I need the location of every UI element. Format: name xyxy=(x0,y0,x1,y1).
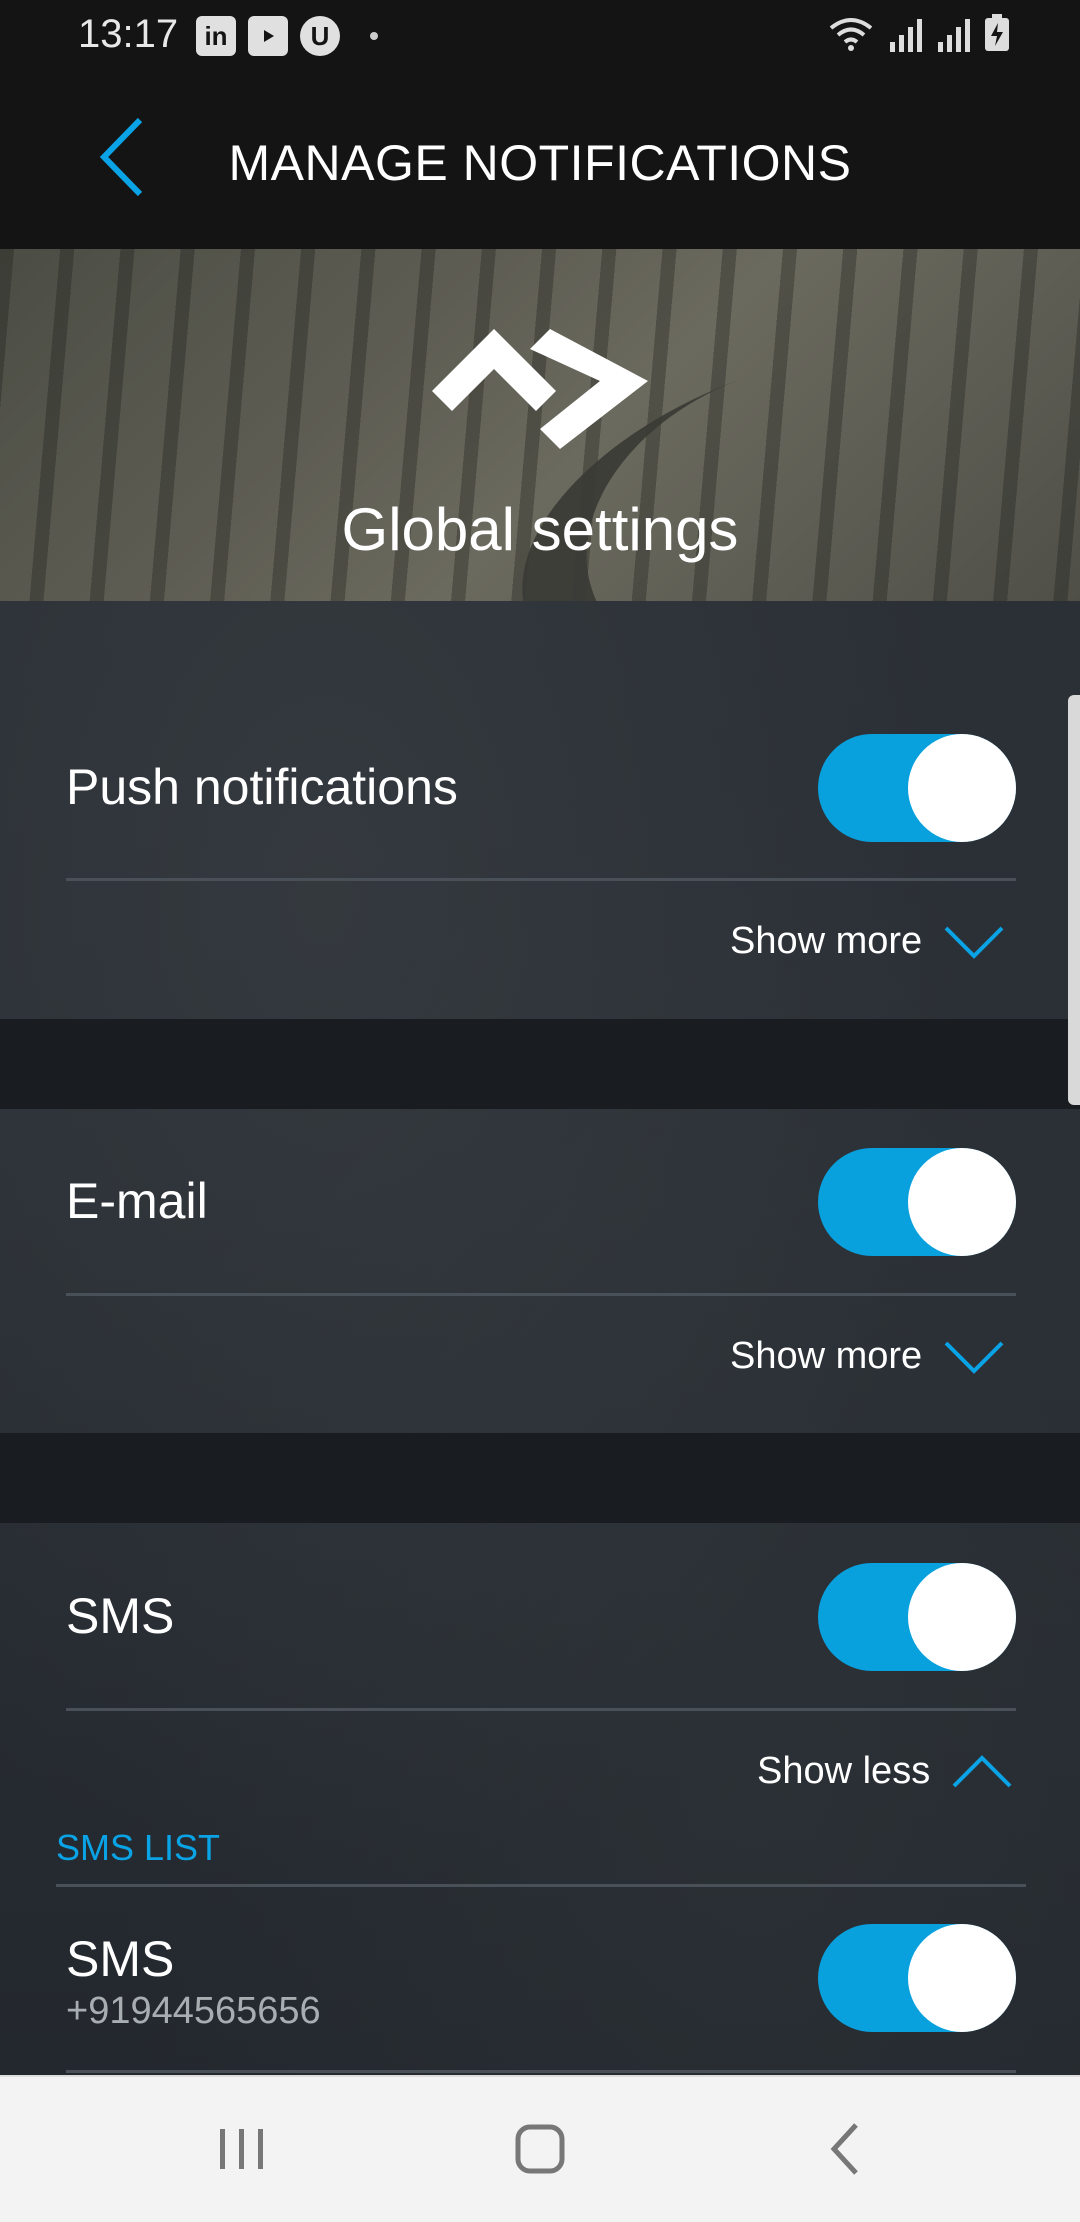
divider xyxy=(66,1708,1016,1711)
signal-icon xyxy=(938,19,970,52)
email-toggle[interactable] xyxy=(818,1148,1016,1256)
divider xyxy=(56,1884,1026,1887)
email-show-more-button[interactable]: Show more xyxy=(730,1335,1004,1378)
setting-label: Push notifications xyxy=(66,759,458,815)
status-bar: 13:17 in U xyxy=(0,0,1080,72)
recent-apps-icon xyxy=(220,2129,263,2169)
sms-item-number: +91944565656 xyxy=(66,1990,321,2032)
sms-item-label: SMS xyxy=(66,1931,175,1987)
toggle-knob xyxy=(908,1563,1016,1671)
back-icon xyxy=(830,2123,858,2175)
app-header: MANAGE NOTIFICATIONS xyxy=(0,72,1080,249)
divider xyxy=(66,878,1016,881)
sms-show-less-button[interactable]: Show less xyxy=(757,1750,1012,1793)
setting-label: E-mail xyxy=(66,1173,208,1229)
section-separator xyxy=(0,1019,1080,1109)
push-show-more-button[interactable]: Show more xyxy=(730,920,1004,963)
signal-icon xyxy=(890,19,922,52)
battery-charging-icon xyxy=(985,14,1009,51)
home-button[interactable] xyxy=(500,2113,580,2185)
push-notifications-toggle[interactable] xyxy=(818,734,1016,842)
recent-apps-button[interactable] xyxy=(202,2113,282,2185)
setting-label: SMS xyxy=(66,1588,175,1644)
show-more-label: Show more xyxy=(730,1335,923,1377)
sms-toggle[interactable] xyxy=(818,1563,1016,1671)
show-more-label: Show more xyxy=(730,920,923,962)
page-title: MANAGE NOTIFICATIONS xyxy=(228,135,852,191)
section-separator xyxy=(0,1433,1080,1523)
show-less-label: Show less xyxy=(757,1750,931,1792)
sms-item-toggle[interactable] xyxy=(818,1924,1016,2032)
status-time: 13:17 xyxy=(78,12,179,56)
chevron-up-icon xyxy=(952,1754,1012,1787)
hero-banner: Global settings xyxy=(0,249,1080,601)
dot-icon xyxy=(370,32,378,40)
system-back-button[interactable] xyxy=(806,2113,886,2185)
toggle-knob xyxy=(908,1924,1016,2032)
status-left-icons: in U xyxy=(196,16,378,56)
home-icon xyxy=(515,2124,565,2174)
youtube-icon xyxy=(248,16,288,56)
chevron-down-icon xyxy=(944,926,1004,959)
status-right-icons xyxy=(828,14,1010,52)
chevron-down-icon xyxy=(944,1341,1004,1374)
toggle-knob xyxy=(908,1148,1016,1256)
system-nav-bar xyxy=(0,2075,1080,2222)
wifi-icon xyxy=(829,18,873,51)
divider xyxy=(66,2070,1016,2073)
scrollbar[interactable] xyxy=(1068,695,1080,1105)
upwork-icon: U xyxy=(300,16,340,56)
hero-title: Global settings xyxy=(341,496,739,563)
divider xyxy=(66,1293,1016,1296)
sms-list-title: SMS LIST xyxy=(56,1827,221,1868)
brand-logo-icon xyxy=(432,329,648,449)
linkedin-icon: in xyxy=(196,16,236,56)
toggle-knob xyxy=(908,734,1016,842)
